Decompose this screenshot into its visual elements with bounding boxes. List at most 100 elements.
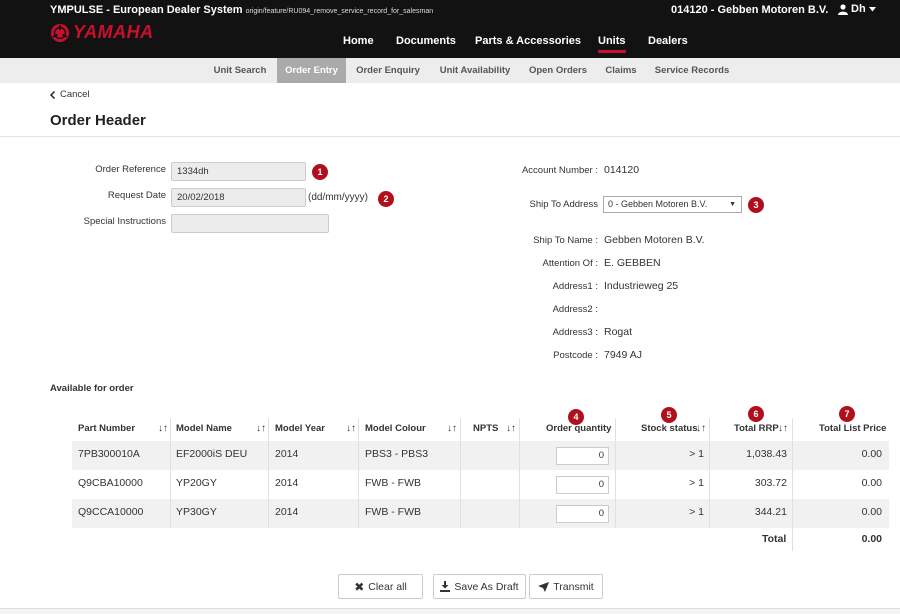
order-quantity-input[interactable]: 0 — [556, 476, 609, 494]
attention-of-label: Attention Of : — [542, 258, 598, 269]
cell-model-colour: PBS3 - PBS3 — [365, 448, 429, 460]
nav-parts-accessories[interactable]: Parts & Accessories — [475, 35, 581, 47]
postcode-value: 7949 AJ — [604, 349, 642, 361]
col-total-rrp[interactable]: Total RRP — [734, 418, 779, 440]
ship-to-name-value: Gebben Motoren B.V. — [604, 234, 705, 246]
cell-total-rrp: 344.21 — [754, 506, 787, 518]
branch-name: origin/feature/RU094_remove_service_reco… — [245, 8, 434, 15]
nav-dealers[interactable]: Dealers — [648, 35, 688, 47]
sort-icon[interactable]: ↓↑ — [506, 423, 516, 434]
cell-total-rrp: 303.72 — [754, 477, 787, 489]
request-date-input[interactable]: 20/02/2018 — [171, 188, 306, 207]
column-divider — [358, 418, 359, 528]
available-for-order-heading: Available for order — [50, 383, 134, 394]
save-as-draft-button[interactable]: Save As Draft — [433, 574, 526, 599]
col-total-list-price: Total List Price — [819, 423, 887, 434]
caret-down-icon: ▼ — [729, 201, 736, 208]
cancel-link[interactable]: Cancel — [50, 89, 90, 100]
ship-to-address-value: 0 - Gebben Motoren B.V. — [608, 199, 708, 209]
subnav-open-orders[interactable]: Open Orders — [525, 58, 591, 83]
sort-icon[interactable]: ↓↑ — [346, 423, 356, 434]
nav-home[interactable]: Home — [343, 35, 374, 47]
nav-documents[interactable]: Documents — [396, 35, 456, 47]
cell-part-number: Q9CCA10000 — [78, 506, 144, 518]
subnav-order-enquiry[interactable]: Order Enquiry — [352, 58, 424, 83]
badge-1: 1 — [312, 164, 328, 180]
cell-model-name: EF2000iS DEU — [176, 448, 248, 460]
cell-total-rrp: 1,038.43 — [746, 448, 787, 460]
subnav-order-entry[interactable]: Order Entry — [277, 58, 346, 83]
main-nav: Home Documents Parts & Accessories Units… — [0, 35, 900, 55]
badge-2: 2 — [378, 191, 394, 207]
total-row: Total 0.00 — [72, 527, 889, 551]
special-instructions-label: Special Instructions — [83, 216, 166, 227]
clear-all-button[interactable]: ✖ Clear all — [338, 574, 423, 599]
cell-part-number: 7PB300010A — [78, 448, 140, 460]
column-divider — [615, 418, 616, 528]
dealer-name: 014120 - Gebben Motoren B.V. — [671, 4, 829, 16]
cell-stock-status: > 1 — [689, 477, 704, 489]
subnav-claims[interactable]: Claims — [601, 58, 641, 83]
column-divider — [792, 418, 793, 551]
total-label: Total — [762, 533, 787, 545]
cell-total-list-price: 0.00 — [861, 477, 882, 489]
total-value: 0.00 — [861, 533, 882, 545]
transmit-button[interactable]: Transmit — [529, 574, 603, 599]
cell-model-year: 2014 — [275, 506, 299, 518]
sort-icon[interactable]: ↓↑ — [696, 423, 706, 434]
send-icon — [538, 581, 550, 592]
ship-to-name-label: Ship To Name : — [533, 235, 598, 246]
top-header: YMPULSE - European Dealer System origin/f… — [0, 0, 900, 58]
column-divider — [709, 418, 710, 528]
user-menu[interactable]: Dh — [838, 3, 876, 15]
subnav-service-records[interactable]: Service Records — [651, 58, 733, 83]
save-as-draft-label: Save As Draft — [454, 580, 519, 593]
order-quantity-input[interactable]: 0 — [556, 505, 609, 523]
user-name: Dh — [851, 3, 866, 15]
col-npts[interactable]: NPTS — [473, 418, 498, 440]
table-row: Q9CBA10000 YP20GY 2014 FWB - FWB 0 > 1 3… — [72, 470, 889, 499]
table-row: 7PB300010A EF2000iS DEU 2014 PBS3 - PBS3… — [72, 441, 889, 470]
download-icon — [440, 581, 451, 592]
address1-label: Address1 : — [552, 281, 598, 292]
account-number-value: 014120 — [604, 164, 640, 176]
cell-model-year: 2014 — [275, 477, 299, 489]
col-model-colour[interactable]: Model Colour — [365, 418, 426, 440]
sort-icon[interactable]: ↓↑ — [158, 423, 168, 434]
subnav-unit-search[interactable]: Unit Search — [208, 58, 272, 83]
page-title: Order Header — [50, 112, 146, 129]
badge-3: 3 — [748, 197, 764, 213]
col-stock-status[interactable]: Stock status — [641, 418, 698, 440]
cell-model-name: YP30GY — [176, 506, 217, 518]
clear-all-label: Clear all — [368, 580, 407, 593]
subnav-unit-availability[interactable]: Unit Availability — [434, 58, 516, 83]
chevron-down-icon — [868, 6, 876, 11]
account-number-label: Account Number : — [521, 165, 598, 176]
chevron-left-icon — [50, 90, 55, 99]
col-model-year[interactable]: Model Year — [275, 418, 325, 440]
cell-stock-status: > 1 — [689, 506, 704, 518]
column-divider — [460, 418, 461, 528]
column-divider — [519, 418, 520, 528]
cell-stock-status: > 1 — [689, 448, 704, 460]
sort-icon[interactable]: ↓↑ — [256, 423, 266, 434]
cell-part-number: Q9CBA10000 — [78, 477, 143, 489]
col-order-quantity: Order quantity — [546, 423, 612, 434]
column-divider — [170, 418, 171, 528]
sort-icon[interactable]: ↓↑ — [447, 423, 457, 434]
cancel-label: Cancel — [60, 89, 90, 100]
cell-total-list-price: 0.00 — [861, 448, 882, 460]
address3-label: Address3 : — [552, 327, 598, 338]
cell-model-year: 2014 — [275, 448, 299, 460]
ship-to-address-select[interactable]: 0 - Gebben Motoren B.V. ▼ — [603, 196, 742, 213]
order-quantity-input[interactable]: 0 — [556, 447, 609, 465]
order-reference-input[interactable]: 1334dh — [171, 162, 306, 181]
nav-units[interactable]: Units — [598, 35, 626, 53]
sort-icon[interactable]: ↓↑ — [778, 423, 788, 434]
column-divider — [268, 418, 269, 528]
col-model-name[interactable]: Model Name — [176, 418, 232, 440]
special-instructions-input[interactable] — [171, 214, 329, 233]
attention-of-value: E. GEBBEN — [604, 257, 661, 269]
transmit-label: Transmit — [553, 580, 594, 593]
col-part-number[interactable]: Part Number — [78, 418, 135, 440]
